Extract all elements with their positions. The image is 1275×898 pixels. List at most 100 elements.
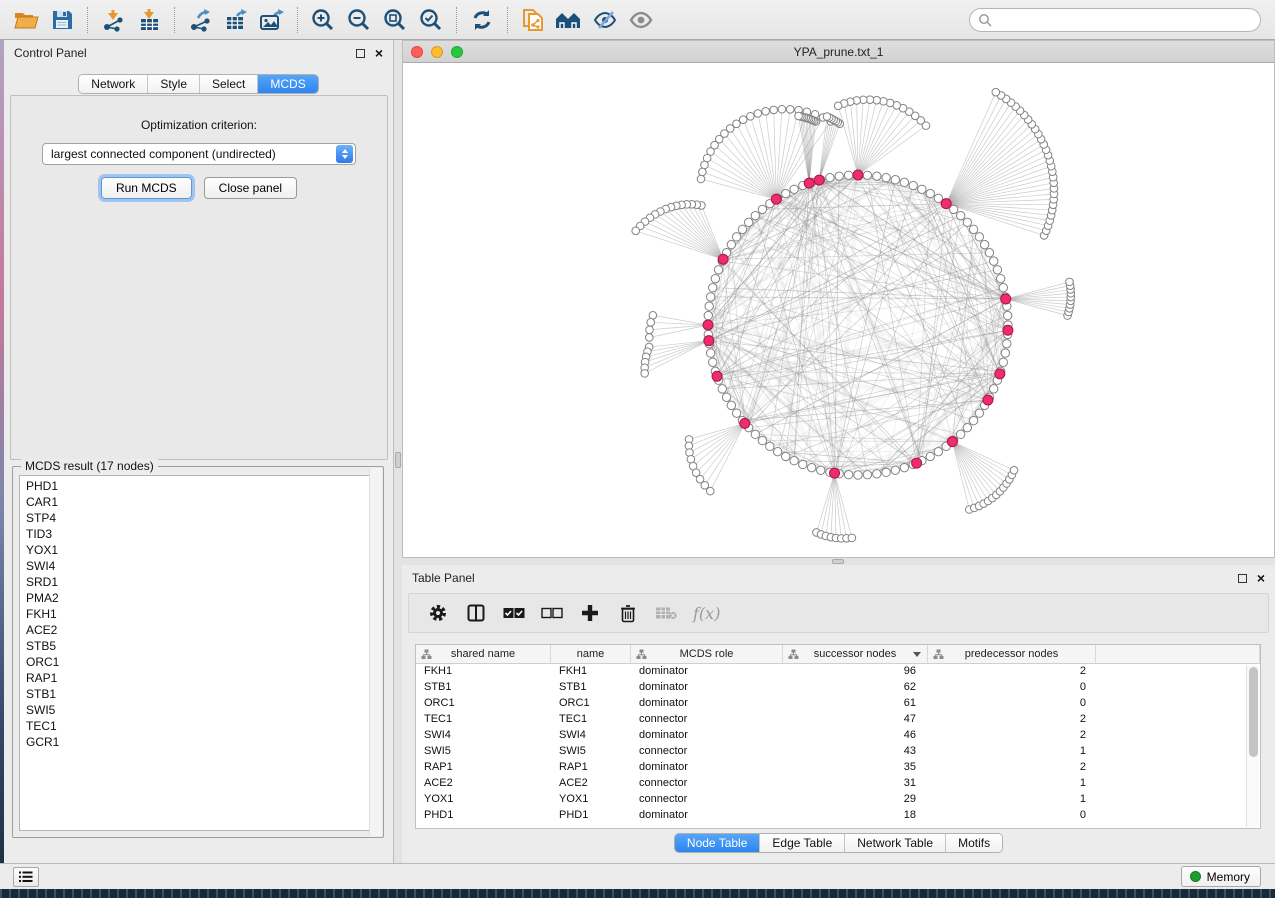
- table-scrollbar[interactable]: [1246, 665, 1259, 827]
- select-stepper-icon: [336, 145, 353, 163]
- mcds-result-item[interactable]: TID3: [26, 526, 376, 542]
- mcds-result-item[interactable]: GCR1: [26, 734, 376, 750]
- zoom-in-button[interactable]: [305, 5, 341, 35]
- horizontal-splitter[interactable]: [402, 558, 1275, 565]
- cell-shared-name: RAP1: [416, 760, 551, 776]
- tab-edge-table[interactable]: Edge Table: [760, 834, 845, 852]
- mcds-result-item[interactable]: SWI4: [26, 558, 376, 574]
- cell-name: FKH1: [551, 664, 631, 680]
- column-header-predecessor-nodes[interactable]: predecessor nodes: [928, 645, 1096, 663]
- table-row[interactable]: PHD1PHD1dominator180: [416, 808, 1260, 824]
- mcds-result-item[interactable]: CAR1: [26, 494, 376, 510]
- criterion-select[interactable]: largest connected component (undirected): [42, 143, 356, 165]
- save-session-button[interactable]: [44, 5, 80, 35]
- table-row[interactable]: ACE2ACE2connector311: [416, 776, 1260, 792]
- tab-select[interactable]: Select: [200, 75, 258, 93]
- create-column-button[interactable]: [579, 602, 601, 624]
- first-neighbors-button[interactable]: [551, 5, 587, 35]
- mcds-result-item[interactable]: STB5: [26, 638, 376, 654]
- toolbar-separator: [87, 7, 88, 33]
- table-row[interactable]: SWI5SWI5connector431: [416, 744, 1260, 760]
- list-icon: [19, 871, 33, 883]
- table-row[interactable]: FKH1FKH1dominator962: [416, 664, 1260, 680]
- float-panel-icon[interactable]: [356, 49, 365, 58]
- mcds-result-item[interactable]: RAP1: [26, 670, 376, 686]
- show-columns-button[interactable]: [465, 602, 487, 624]
- save-icon: [51, 9, 73, 31]
- table-row[interactable]: RAP1RAP1dominator352: [416, 760, 1260, 776]
- task-history-button[interactable]: [13, 867, 39, 887]
- mcds-result-item[interactable]: ORC1: [26, 654, 376, 670]
- zoom-selected-button[interactable]: [413, 5, 449, 35]
- mcds-result-item[interactable]: YOX1: [26, 542, 376, 558]
- mcds-result-item[interactable]: TEC1: [26, 718, 376, 734]
- table-row[interactable]: TEC1TEC1connector472: [416, 712, 1260, 728]
- table-settings-button[interactable]: [427, 602, 449, 624]
- vertical-splitter[interactable]: [394, 40, 402, 863]
- table-row[interactable]: STB1STB1dominator620: [416, 680, 1260, 696]
- open-file-button[interactable]: [8, 5, 44, 35]
- mcds-result-item[interactable]: STP4: [26, 510, 376, 526]
- cell-shared-name: TEC1: [416, 712, 551, 728]
- tab-node-table[interactable]: Node Table: [675, 834, 761, 852]
- hide-selected-button[interactable]: [587, 5, 623, 35]
- cell-mcds-role: connector: [631, 776, 783, 792]
- clone-network-button[interactable]: [515, 5, 551, 35]
- memory-button[interactable]: Memory: [1181, 866, 1261, 887]
- zoom-out-button[interactable]: [341, 5, 377, 35]
- table-body: FKH1FKH1dominator962STB1STB1dominator620…: [416, 664, 1260, 824]
- float-panel-icon[interactable]: [1238, 574, 1247, 583]
- cell-successor-nodes: 47: [783, 712, 928, 728]
- export-table-button[interactable]: [218, 5, 254, 35]
- refresh-icon: [470, 8, 494, 32]
- export-network-button[interactable]: [182, 5, 218, 35]
- cell-mcds-role: connector: [631, 712, 783, 728]
- tab-network-table[interactable]: Network Table: [845, 834, 946, 852]
- table-header-row: shared namename MCDS role successor node…: [416, 645, 1260, 664]
- run-mcds-button[interactable]: Run MCDS: [101, 177, 192, 199]
- network-canvas[interactable]: [403, 63, 1274, 557]
- import-network-button[interactable]: [95, 5, 131, 35]
- column-header-successor-nodes[interactable]: successor nodes: [783, 645, 928, 663]
- open-folder-icon: [13, 9, 39, 31]
- delete-column-button[interactable]: [617, 602, 639, 624]
- select-all-rows-button[interactable]: [503, 602, 525, 624]
- table-toolbar: f(x): [408, 593, 1269, 633]
- splitter-grip[interactable]: [832, 559, 844, 564]
- mcds-result-item[interactable]: SRD1: [26, 574, 376, 590]
- mcds-result-item[interactable]: SWI5: [26, 702, 376, 718]
- zoom-fit-button[interactable]: [377, 5, 413, 35]
- column-header-shared-name[interactable]: shared name: [416, 645, 551, 663]
- splitter-grip[interactable]: [395, 452, 401, 468]
- show-all-button[interactable]: [623, 5, 659, 35]
- tab-style[interactable]: Style: [148, 75, 200, 93]
- mcds-result-item[interactable]: PHD1: [26, 478, 376, 494]
- tab-motifs[interactable]: Motifs: [946, 834, 1002, 852]
- table-row[interactable]: SWI4SWI4dominator462: [416, 728, 1260, 744]
- table-row[interactable]: YOX1YOX1connector291: [416, 792, 1260, 808]
- close-panel-button[interactable]: Close panel: [204, 177, 297, 199]
- export-image-button[interactable]: [254, 5, 290, 35]
- column-header-name[interactable]: name: [551, 645, 631, 663]
- close-panel-icon[interactable]: ×: [1257, 574, 1265, 583]
- cell-predecessor-nodes: 1: [928, 744, 1096, 760]
- column-header-mcds-role[interactable]: MCDS role: [631, 645, 783, 663]
- mcds-result-item[interactable]: FKH1: [26, 606, 376, 622]
- mcds-result-item[interactable]: ACE2: [26, 622, 376, 638]
- search-input[interactable]: [992, 10, 1260, 30]
- mcds-result-item[interactable]: PMA2: [26, 590, 376, 606]
- cell-successor-nodes: 61: [783, 696, 928, 712]
- tab-network[interactable]: Network: [79, 75, 148, 93]
- mcds-list-scrollbar[interactable]: [369, 468, 382, 836]
- import-table-button[interactable]: [131, 5, 167, 35]
- cell-mcds-role: dominator: [631, 808, 783, 824]
- close-panel-icon[interactable]: ×: [375, 49, 383, 58]
- tab-mcds[interactable]: MCDS: [258, 75, 317, 93]
- cell-mcds-role: dominator: [631, 680, 783, 696]
- refresh-button[interactable]: [464, 5, 500, 35]
- table-row[interactable]: ORC1ORC1dominator610: [416, 696, 1260, 712]
- deselect-all-rows-button[interactable]: [541, 602, 563, 624]
- scrollbar-thumb[interactable]: [1249, 667, 1258, 757]
- mcds-result-item[interactable]: STB1: [26, 686, 376, 702]
- mcds-result-list: PHD1CAR1STP4TID3YOX1SWI4SRD1PMA2FKH1ACE2…: [19, 475, 377, 831]
